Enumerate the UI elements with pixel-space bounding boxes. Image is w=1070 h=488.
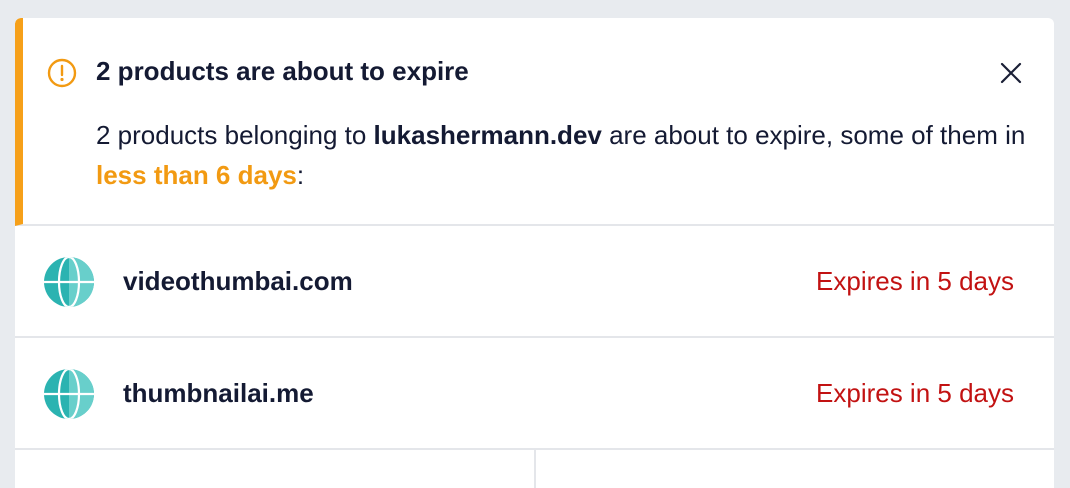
alert-message-suffix: :	[296, 160, 305, 190]
product-domain[interactable]: thumbnailai.me	[123, 378, 314, 409]
globe-icon	[44, 257, 94, 307]
alert-title: 2 products are about to expire	[96, 56, 469, 86]
footer-divider	[534, 450, 536, 488]
exclamation-circle-icon	[47, 58, 77, 88]
expiry-status: Expires in 5 days	[816, 378, 1014, 408]
expiry-status: Expires in 5 days	[816, 266, 1014, 296]
expiry-card: 2 products are about to expire 2 product…	[15, 18, 1054, 488]
alert-message-middle: are about to expire, some of them in	[601, 120, 1026, 150]
globe-icon	[44, 369, 94, 419]
owner-domain: lukashermann.dev	[373, 120, 602, 150]
product-domain[interactable]: videothumbai.com	[123, 266, 353, 297]
product-row[interactable]: videothumbai.com Expires in 5 days	[15, 226, 1054, 338]
product-row[interactable]: thumbnailai.me Expires in 5 days	[15, 338, 1054, 450]
expiry-highlight: less than 6 days	[96, 160, 297, 190]
expiry-alert: 2 products are about to expire 2 product…	[15, 18, 1054, 226]
alert-message-prefix: 2 products belonging to	[96, 120, 374, 150]
card-footer	[15, 450, 1054, 488]
alert-message: 2 products belonging to lukashermann.dev…	[96, 115, 1026, 195]
close-icon[interactable]	[996, 58, 1026, 88]
